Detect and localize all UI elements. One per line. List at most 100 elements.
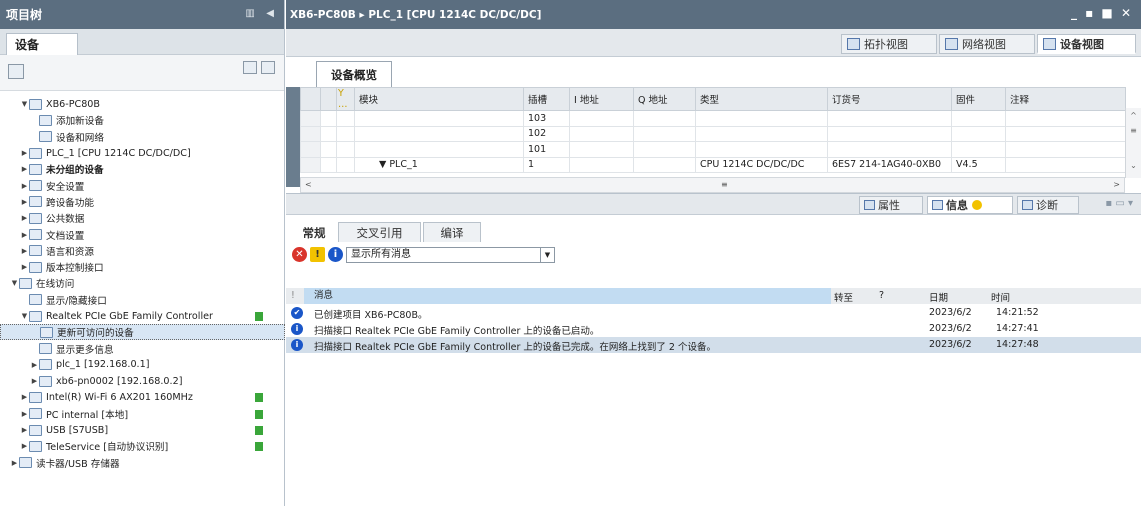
tree-item[interactable]: ▶ 跨设备功能 (0, 194, 285, 210)
tree-item[interactable]: ▶ xb6-pn0002 [192.168.0.2] (0, 373, 285, 389)
table-row[interactable]: 102 (300, 125, 1126, 142)
cell-slot[interactable]: 1 (523, 156, 570, 173)
expand-down-icon[interactable]: ▼ (20, 100, 29, 108)
cell-i-address[interactable] (569, 141, 634, 158)
row-marker[interactable] (300, 125, 321, 142)
cell-type[interactable] (695, 141, 828, 158)
cell-i-address[interactable] (569, 156, 634, 173)
scroll-left-icon[interactable]: < (305, 180, 312, 189)
row-marker[interactable] (300, 156, 321, 173)
tree-item[interactable]: ▶ Intel(R) Wi-Fi 6 AX201 160MHz (0, 389, 285, 405)
tab-cross-reference[interactable]: 交叉引用 (338, 222, 421, 242)
cell-firmware[interactable] (951, 141, 1006, 158)
expand-right-icon[interactable]: ▶ (30, 361, 39, 369)
tree-item[interactable]: ▶ PLC_1 [CPU 1214C DC/DC/DC] (0, 145, 285, 161)
tree-item[interactable]: ▶ USB [S7USB] (0, 422, 285, 438)
expand-down-icon[interactable]: ▼ (10, 279, 19, 287)
expand-right-icon[interactable]: ▶ (20, 149, 29, 157)
expand-right-icon[interactable]: ▶ (20, 263, 29, 271)
warning-filter-icon[interactable]: ! (310, 247, 325, 262)
tree-item[interactable]: ▶ 公共数据 (0, 210, 285, 226)
tree-item[interactable]: ▶ 版本控制接口 (0, 259, 285, 275)
cell-firmware[interactable] (951, 125, 1006, 142)
row-select[interactable] (320, 156, 337, 173)
table-row[interactable]: 101 (300, 141, 1126, 158)
expand-right-icon[interactable]: ▶ (20, 410, 29, 418)
cell-i-address[interactable] (569, 110, 634, 127)
col-header-date[interactable]: 日期 (929, 290, 948, 304)
col-header-goto[interactable]: 转至 (834, 290, 853, 304)
cell-order-number[interactable] (827, 141, 952, 158)
tree-item[interactable]: ▼ Realtek PCIe GbE Family Controller (0, 308, 285, 324)
cell-type[interactable] (695, 125, 828, 142)
device-data-sidebar[interactable] (286, 87, 300, 187)
col-header-message[interactable]: 消息 (304, 288, 831, 304)
scroll-up-icon[interactable]: ^ (1126, 111, 1141, 120)
col-header-type[interactable]: 类型 (695, 87, 828, 111)
cell-q-address[interactable] (633, 141, 696, 158)
properties-button[interactable]: 属性 (859, 196, 923, 214)
message-row[interactable]: i 扫描接口 Realtek PCIe GbE Family Controller… (286, 321, 1141, 337)
tree-item[interactable]: ▶ plc_1 [192.168.0.1] (0, 357, 285, 373)
tree-item[interactable]: ▶ 读卡器/USB 存储器 (0, 455, 285, 471)
tree-item[interactable]: 显示更多信息 (0, 340, 285, 356)
cell-comment[interactable] (1005, 110, 1126, 127)
cell-comment[interactable] (1005, 156, 1126, 173)
expand-right-icon[interactable]: ▶ (30, 377, 39, 385)
expand-down-icon[interactable]: ▼ (20, 312, 29, 320)
col-header-filter[interactable]: Y … (336, 87, 355, 111)
expand-right-icon[interactable]: ▶ (20, 231, 29, 239)
row-spacer[interactable] (336, 141, 355, 158)
cell-order-number[interactable] (827, 110, 952, 127)
cell-slot[interactable]: 103 (523, 110, 570, 127)
col-header-i-address[interactable]: I 地址 (569, 87, 634, 111)
col-header-slot[interactable]: 插槽 (523, 87, 570, 111)
table-view-icon[interactable] (243, 61, 257, 74)
cell-module[interactable] (354, 110, 524, 127)
tree-item[interactable]: ▶ PC internal [本地] (0, 406, 285, 422)
cell-comment[interactable] (1005, 141, 1126, 158)
tree-item[interactable]: 设备和网络 (0, 129, 285, 145)
scroll-thumb[interactable]: ≡ (1126, 126, 1141, 135)
overview-horizontal-scrollbar[interactable]: < ≡ > (300, 177, 1125, 193)
row-select[interactable] (320, 141, 337, 158)
network-view-button[interactable]: 网络视图 (939, 34, 1035, 54)
cell-q-address[interactable] (633, 156, 696, 173)
error-filter-icon[interactable]: ✕ (292, 247, 307, 262)
split-view-icon[interactable] (261, 61, 275, 74)
col-header-time[interactable]: 时间 (991, 290, 1010, 304)
cell-order-number[interactable]: 6ES7 214-1AG40-0XB0 (827, 156, 952, 173)
row-spacer[interactable] (336, 110, 355, 127)
expand-right-icon[interactable]: ▶ (20, 247, 29, 255)
col-header-firmware[interactable]: 固件 (951, 87, 1006, 111)
tree-item[interactable]: ▼ XB6-PC80B (0, 96, 285, 112)
expand-right-icon[interactable]: ▶ (20, 426, 29, 434)
row-spacer[interactable] (336, 125, 355, 142)
row-marker[interactable] (300, 110, 321, 127)
col-header-order-number[interactable]: 订货号 (827, 87, 952, 111)
device-view-button[interactable]: 设备视图 (1037, 34, 1136, 54)
expand-right-icon[interactable]: ▶ (20, 165, 29, 173)
expand-right-icon[interactable]: ▶ (20, 442, 29, 450)
cell-type[interactable]: CPU 1214C DC/DC/DC (695, 156, 828, 173)
cell-slot[interactable]: 101 (523, 141, 570, 158)
col-header-module[interactable]: 模块 (354, 87, 524, 111)
tree-item[interactable]: ▼ 在线访问 (0, 275, 285, 291)
hscroll-thumb[interactable]: ≡ (721, 180, 728, 189)
tab-general[interactable]: 常规 (292, 222, 336, 242)
cell-type[interactable] (695, 110, 828, 127)
tree-item[interactable]: ▶ 文档设置 (0, 226, 285, 242)
cell-i-address[interactable] (569, 125, 634, 142)
window-controls[interactable]: _ ▪ ■ ✕ (1071, 6, 1133, 20)
cell-module[interactable]: ▼ PLC_1 (354, 156, 524, 173)
row-spacer[interactable] (336, 156, 355, 173)
tab-device-overview[interactable]: 设备概览 (316, 61, 392, 87)
cell-firmware[interactable] (951, 110, 1006, 127)
info-button[interactable]: 信息 (927, 196, 1013, 214)
tree-item[interactable]: ▶ 未分组的设备 (0, 161, 285, 177)
diagnostics-button[interactable]: 诊断 (1017, 196, 1079, 214)
message-filter-select[interactable]: 显示所有消息 ▼ (346, 247, 555, 263)
cell-order-number[interactable] (827, 125, 952, 142)
col-header-q-address[interactable]: Q 地址 (633, 87, 696, 111)
cell-comment[interactable] (1005, 125, 1126, 142)
